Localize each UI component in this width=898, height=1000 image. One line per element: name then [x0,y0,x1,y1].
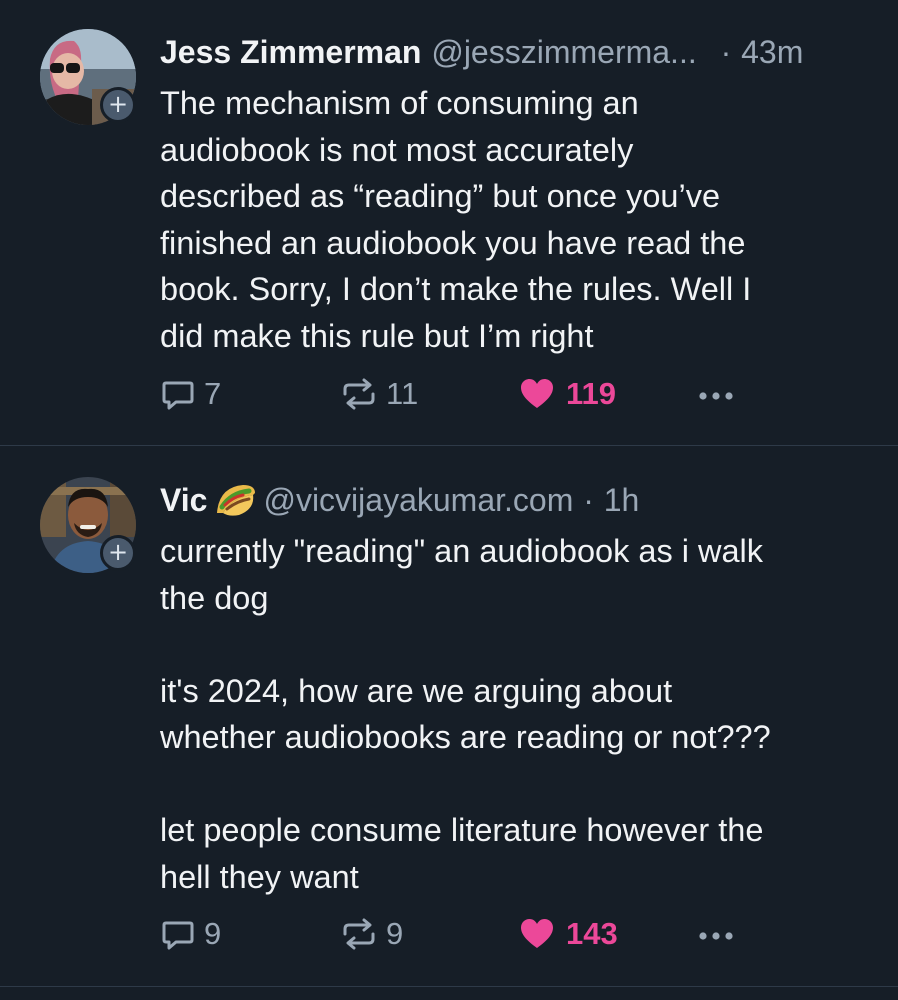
repost-count: 9 [386,916,404,951]
reply-icon [162,381,194,410]
like-count: 143 [566,916,618,951]
more-options-button[interactable] [696,912,736,956]
post-time[interactable]: 1h [604,482,640,518]
separator-dot: · [720,34,732,70]
post-text: The mechanism of consuming an audiobook … [160,85,752,354]
post-jess-zimmerman[interactable]: + Jess Zimmerman @jesszimmerma... · 43m … [0,0,898,445]
post-divider [0,986,898,987]
like-button[interactable]: 143 [518,912,618,956]
follow-badge[interactable]: + [100,87,136,123]
avatar-jess[interactable]: + [40,29,136,125]
post-time[interactable]: 43m [741,34,803,70]
follow-badge[interactable]: + [100,535,136,571]
post-text: currently "reading" an audiobook as i wa… [160,533,771,895]
reply-button[interactable]: 7 [160,372,221,416]
author-handle[interactable]: @vicvijayakumar.com [263,482,573,518]
reply-count: 9 [204,916,222,951]
repost-count: 11 [386,376,419,411]
repost-icon [343,918,375,950]
separator-dot: · [583,482,594,518]
reply-count: 7 [204,376,222,411]
more-icon [699,932,733,940]
action-bar: 7 11 119 [160,372,880,416]
heart-icon [521,379,553,408]
taco-emoji-icon [217,485,256,516]
avatar-vic[interactable]: + [40,477,136,573]
reply-button[interactable]: 9 [160,912,221,956]
post-header: Vic @vicvijayakumar.com · 1h [160,478,880,522]
action-bar: 9 9 143 [160,912,880,956]
repost-icon [343,378,375,410]
heart-icon [521,919,553,948]
post-header: Jess Zimmerman @jesszimmerma... · 43m [160,30,880,74]
more-options-button[interactable] [696,372,736,416]
author-handle[interactable]: @jesszimmerma... [431,34,696,70]
repost-button[interactable]: 9 [340,912,403,956]
author-name[interactable]: Vic [160,482,207,518]
author-name[interactable]: Jess Zimmerman [160,34,421,70]
like-count: 119 [566,376,617,411]
reply-icon [162,921,194,950]
repost-button[interactable]: 11 [340,372,418,416]
post-vic[interactable]: + Vic @vicvijayakumar.com · 1h currently… [0,446,898,986]
more-icon [699,392,733,400]
like-button[interactable]: 119 [518,372,616,416]
